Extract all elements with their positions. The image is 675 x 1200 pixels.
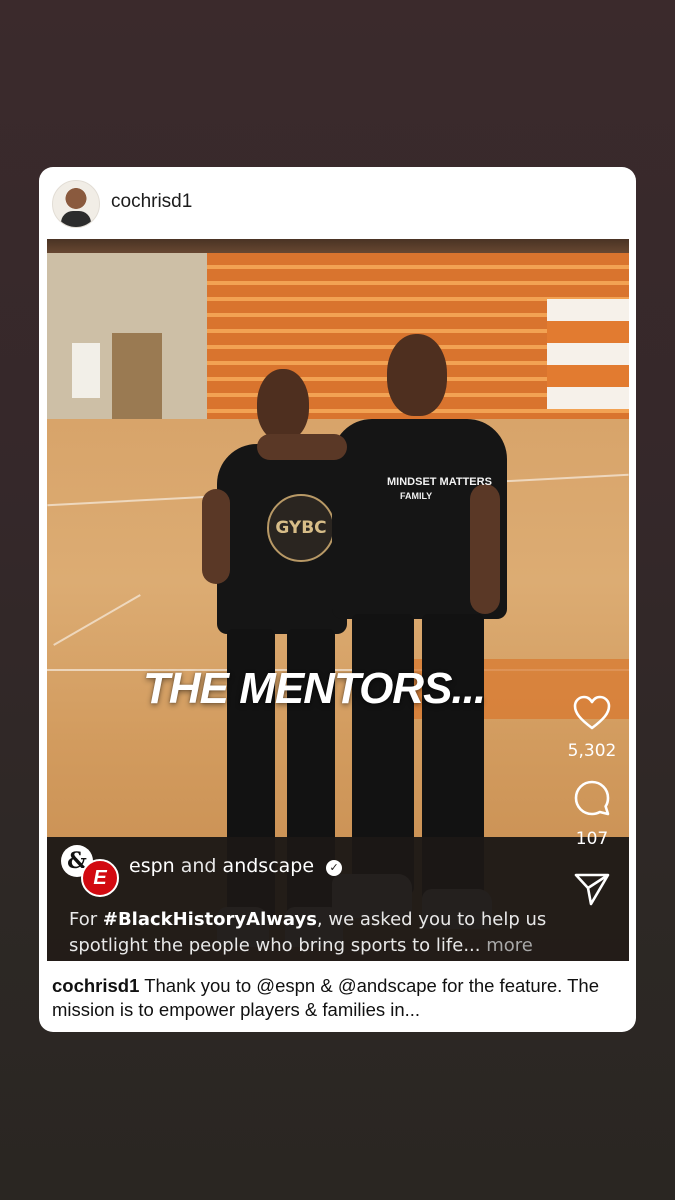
shirt-text: MINDSET MATTERS [387, 476, 492, 488]
doorway [112, 333, 162, 433]
like-button[interactable] [552, 694, 629, 737]
gym-wall [47, 253, 207, 433]
person-left-head [257, 369, 309, 441]
person-right-arm [470, 484, 500, 614]
person-left-arm [202, 489, 230, 584]
comment-count: 107 [575, 829, 609, 849]
avatar-figure [61, 211, 91, 227]
person-right-head [387, 334, 447, 416]
heart-icon [573, 695, 611, 730]
post-caption: cochrisd1 Thank you to @espn & @andscape… [52, 974, 627, 1022]
post-header: cochrisd1 [39, 167, 636, 237]
account-primary[interactable]: espn [129, 855, 175, 877]
comment-button[interactable] [552, 778, 629, 823]
court-line [53, 594, 141, 646]
embed-caption: For #BlackHistoryAlways, we asked you to… [69, 907, 569, 959]
account-conjunction: and [180, 855, 217, 877]
more-link[interactable]: more [486, 935, 533, 956]
post-card: cochrisd1 GYBC MINDSET MATTERS FAMILY TH… [39, 167, 636, 1032]
like-count: 5,302 [567, 741, 617, 761]
avatar[interactable] [52, 180, 100, 228]
share-icon [574, 873, 610, 906]
post-actions: 5,302 107 [552, 694, 629, 954]
share-button[interactable] [552, 870, 629, 913]
embed-accounts[interactable]: espn and andscape ✓ [129, 855, 343, 877]
comment-icon [574, 780, 610, 816]
post-media[interactable]: GYBC MINDSET MATTERS FAMILY THE MENTORS.… [47, 239, 629, 961]
caption-author[interactable]: cochrisd1 [52, 975, 139, 996]
media-overlay-text: THE MENTORS... [143, 664, 486, 713]
account-secondary[interactable]: andscape [223, 855, 314, 877]
caption-hashtag[interactable]: #BlackHistoryAlways [103, 909, 317, 930]
verified-icon: ✓ [326, 860, 343, 876]
shirt-subtext: FAMILY [400, 491, 433, 501]
embedded-post-panel[interactable]: & E espn and andscape ✓ For #BlackHistor… [47, 837, 629, 961]
whiteboard [72, 343, 100, 398]
wall-letter-graphic [547, 299, 629, 409]
post-username[interactable]: cochrisd1 [111, 191, 192, 213]
espn-logo[interactable]: E [81, 859, 119, 897]
person-right-arm [257, 434, 347, 460]
caption-lead: For [69, 909, 103, 930]
